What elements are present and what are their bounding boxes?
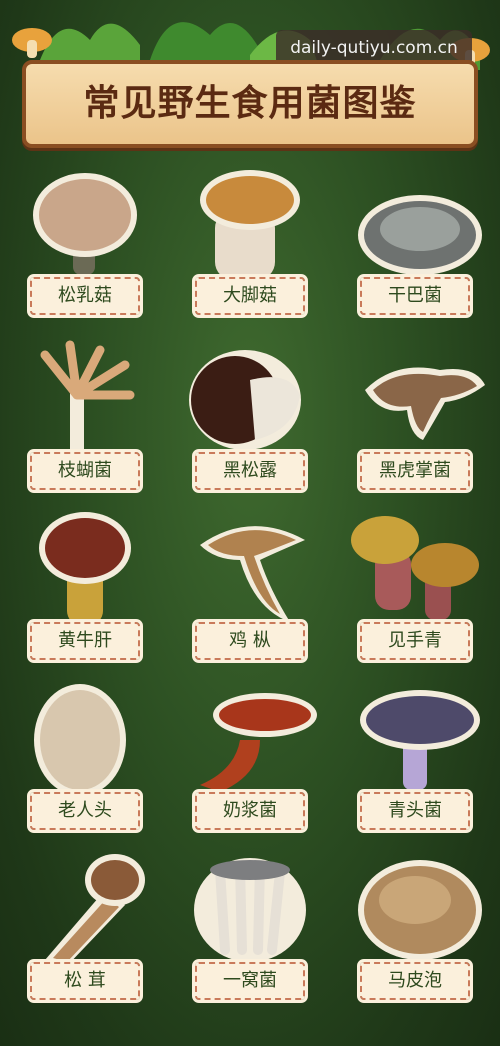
mushroom-image (33, 173, 137, 275)
mushroom-name: 鸡 枞 (192, 619, 308, 663)
mushroom-name: 青头菌 (357, 789, 473, 833)
mushroom-name: 松乳菇 (27, 274, 143, 318)
mushroom-card: 鸡 枞 (175, 510, 325, 670)
mushroom-image (40, 340, 135, 455)
mushroom-name: 老人头 (27, 789, 143, 833)
mushroom-name: 大脚菇 (192, 274, 308, 318)
mushroom-name: 干巴菌 (357, 274, 473, 318)
mushroom-image (351, 516, 479, 620)
mushroom-image (34, 684, 126, 796)
mushroom-name: 马皮泡 (357, 959, 473, 1003)
mushroom-card: 黑松露 (175, 340, 325, 500)
mushroom-image (360, 690, 480, 790)
mushroom-image (39, 512, 131, 625)
mushroom-name: 奶浆菌 (192, 789, 308, 833)
mushroom-card: 干巴菌 (340, 165, 490, 325)
mushroom-image (45, 854, 145, 968)
mushroom-name: 黑虎掌菌 (357, 449, 473, 493)
mushroom-card: 奶浆菌 (175, 680, 325, 840)
mushroom-card: 一窝菌 (175, 850, 325, 1010)
mushroom-card: 青头菌 (340, 680, 490, 840)
mushroom-name: 一窝菌 (192, 959, 308, 1003)
page-title: 常见野生食用菌图鉴 (83, 83, 417, 124)
mushroom-name: 黑松露 (192, 449, 308, 493)
mushroom-name: 松 茸 (27, 959, 143, 1003)
mushroom-image (358, 860, 482, 960)
mushroom-image (200, 693, 317, 792)
mushroom-card: 松乳菇 (10, 165, 160, 325)
mushroom-name: 见手青 (357, 619, 473, 663)
mushroom-image (358, 195, 482, 275)
mushroom-card: 马皮泡 (340, 850, 490, 1010)
mushroom-image (189, 350, 301, 450)
mushroom-image (194, 858, 306, 962)
mushroom-name: 黄牛肝 (27, 619, 143, 663)
mushroom-card: 大脚菇 (175, 165, 325, 325)
mushroom-card: 黑虎掌菌 (340, 340, 490, 500)
mushroom-image (365, 367, 485, 440)
mushroom-card: 黄牛肝 (10, 510, 160, 670)
title-banner: 常见野生食用菌图鉴 (22, 60, 478, 148)
mushroom-card: 松 茸 (10, 850, 160, 1010)
mushroom-card: 枝蝴菌 (10, 340, 160, 500)
mushroom-image (200, 170, 300, 280)
mushroom-card: 见手青 (340, 510, 490, 670)
mushroom-card: 老人头 (10, 680, 160, 840)
mushroom-name: 枝蝴菌 (27, 449, 143, 493)
mushroom-image (200, 526, 305, 622)
